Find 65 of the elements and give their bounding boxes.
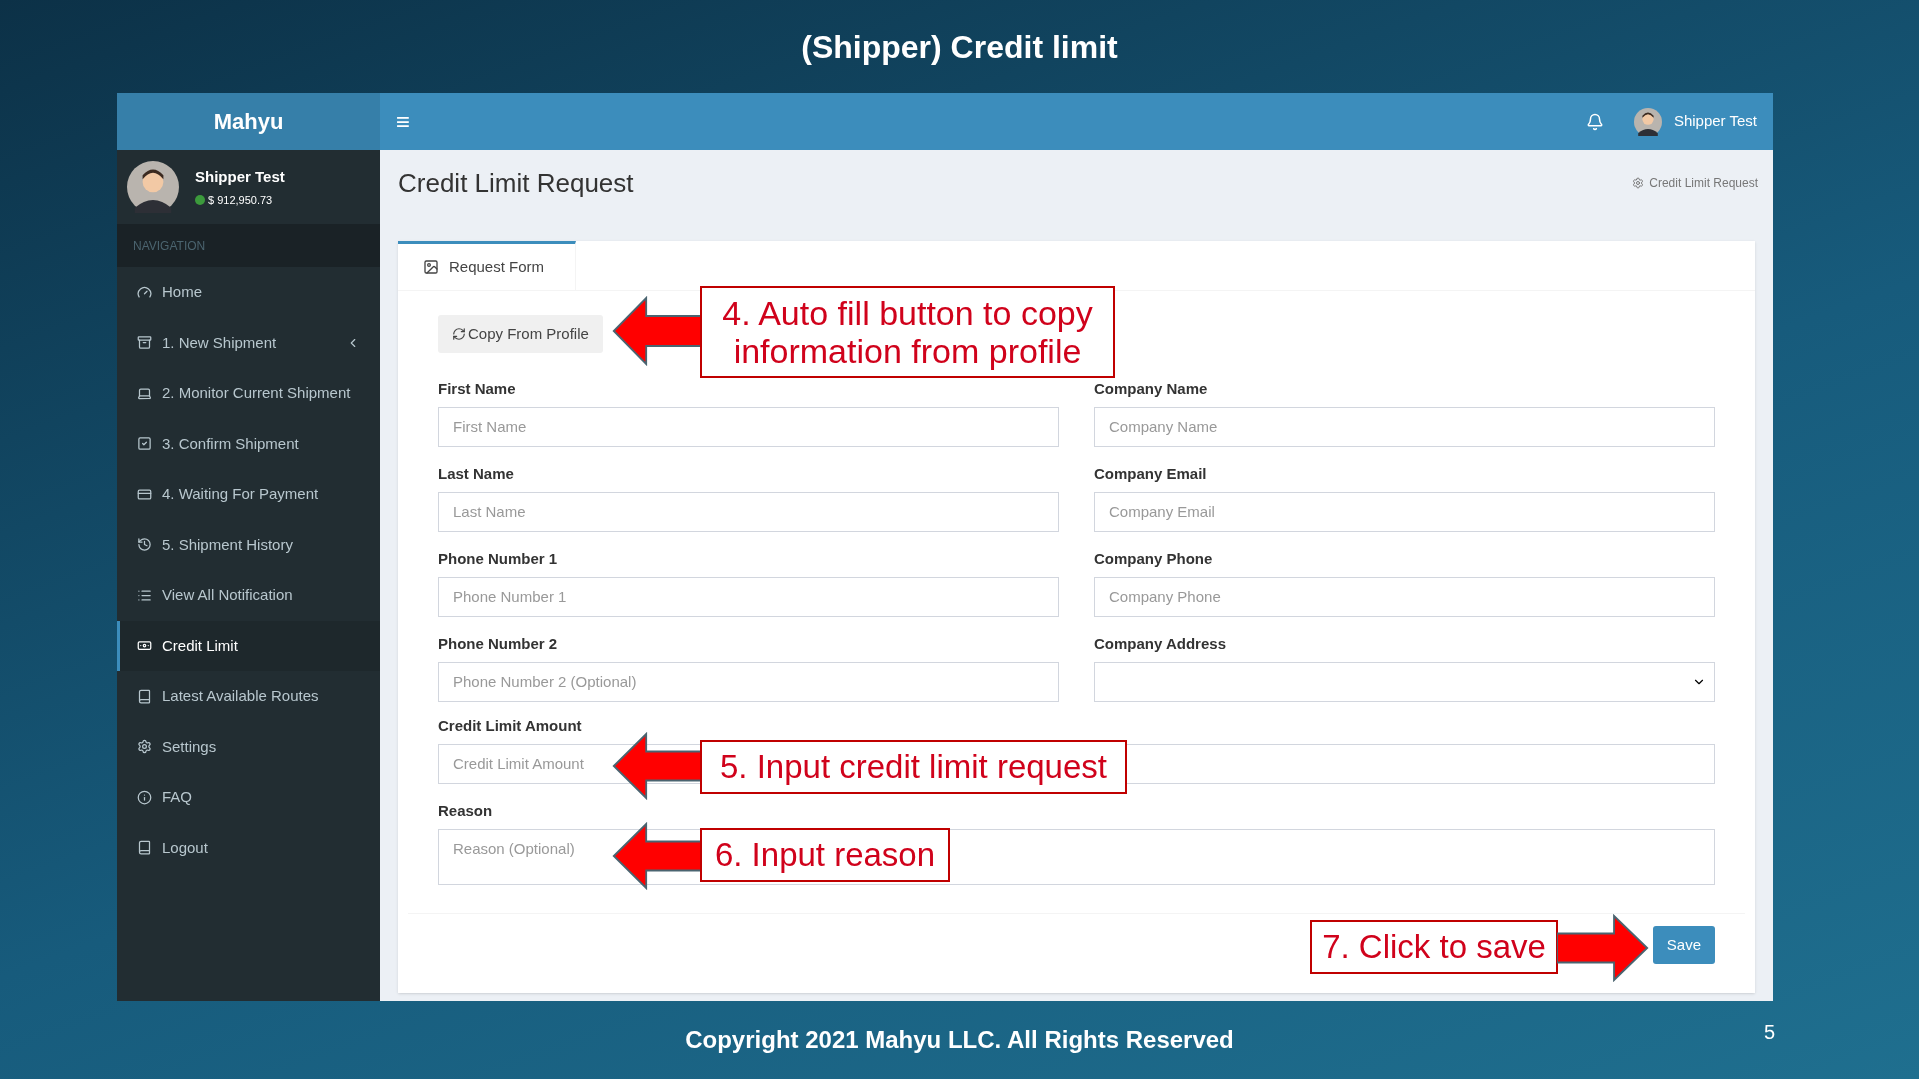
archive-icon: [137, 335, 152, 351]
info-icon: [137, 789, 152, 805]
nav-header: NAVIGATION: [117, 224, 380, 267]
field-label: Reason: [438, 801, 494, 821]
input-field[interactable]: Last Name: [438, 491, 1059, 532]
tab[interactable]: Request Form: [398, 241, 576, 290]
nav-item[interactable]: 4. Waiting For Payment: [117, 469, 380, 520]
nav-item[interactable]: FAQ: [117, 772, 380, 823]
callout-text: 6. Input reason: [700, 828, 950, 882]
copy-from-profile-button[interactable]: Copy From Profile: [438, 315, 603, 353]
field-label: Company Name: [1094, 379, 1208, 399]
list-icon: [137, 587, 152, 603]
avatar: [127, 161, 179, 213]
menu-toggle[interactable]: ≡: [396, 109, 410, 134]
nav-item[interactable]: Credit Limit: [117, 620, 380, 671]
copyright-footer: Copyright 2021 Mahyu LLC. All Rights Reserved: [685, 1022, 1234, 1058]
input-field[interactable]: Company Phone: [1094, 576, 1715, 617]
callout-text: 7. Click to save: [1310, 920, 1558, 974]
nav-item[interactable]: Settings: [117, 721, 380, 772]
nav-item[interactable]: 5. Shipment History: [117, 519, 380, 570]
nav-item[interactable]: 1. New Shipment: [117, 317, 380, 368]
page-title: Credit Limit Request: [398, 166, 634, 200]
nav-item[interactable]: View All Notification: [117, 570, 380, 621]
credit-card-icon: [137, 486, 152, 502]
settings-icon: [137, 739, 152, 755]
user-name: Shipper Test: [195, 166, 285, 187]
callout-text: 4. Auto fill button to copy information from profile: [700, 286, 1115, 378]
select-field[interactable]: [1094, 661, 1715, 702]
input-field[interactable]: Phone Number 1: [438, 576, 1059, 617]
input-field[interactable]: Company Email: [1094, 491, 1715, 532]
page-number: 5: [1763, 1020, 1775, 1045]
slide-title: (Shipper) Credit limit: [801, 27, 1118, 67]
save-button[interactable]: Save: [1652, 926, 1715, 964]
balance: $ 912,950.73: [208, 193, 273, 208]
field-label: First Name: [438, 379, 516, 399]
input-field[interactable]: Phone Number 2 (Optional): [438, 661, 1059, 702]
nav-item[interactable]: 2. Monitor Current Shipment: [117, 368, 380, 419]
nav-item[interactable]: Logout: [117, 822, 380, 873]
nav-item[interactable]: Latest Available Routes: [117, 671, 380, 722]
settings-icon: [1632, 177, 1645, 189]
book-icon: [137, 688, 152, 704]
input-field[interactable]: Company Name: [1094, 406, 1715, 447]
history-icon: [137, 537, 152, 553]
field-label: Company Address: [1094, 634, 1226, 654]
breadcrumb[interactable]: Credit Limit Request: [1649, 174, 1758, 192]
dashboard-icon: [137, 284, 152, 300]
brand-logo[interactable]: Mahyu: [213, 105, 284, 138]
field-label: Credit Limit Amount: [438, 716, 583, 736]
input-field[interactable]: First Name: [438, 406, 1059, 447]
field-label: Company Phone: [1094, 549, 1213, 569]
callout-text: 5. Input credit limit request: [700, 740, 1127, 794]
laptop-icon: [137, 385, 152, 401]
checkbox-icon: [137, 436, 152, 452]
refresh-icon: [452, 327, 466, 341]
nav-item[interactable]: Home: [117, 267, 380, 318]
image-icon: [423, 259, 439, 275]
field-label: Company Email: [1094, 464, 1207, 484]
nav-item[interactable]: 3. Confirm Shipment: [117, 418, 380, 469]
field-label: Phone Number 1: [438, 549, 558, 569]
avatar: [1633, 107, 1662, 136]
field-label: Last Name: [438, 464, 514, 484]
field-label: Phone Number 2: [438, 634, 558, 654]
notification-bell-icon[interactable]: [1585, 112, 1604, 131]
book-icon: [137, 840, 152, 856]
header-user-name[interactable]: Shipper Test: [1673, 110, 1757, 133]
